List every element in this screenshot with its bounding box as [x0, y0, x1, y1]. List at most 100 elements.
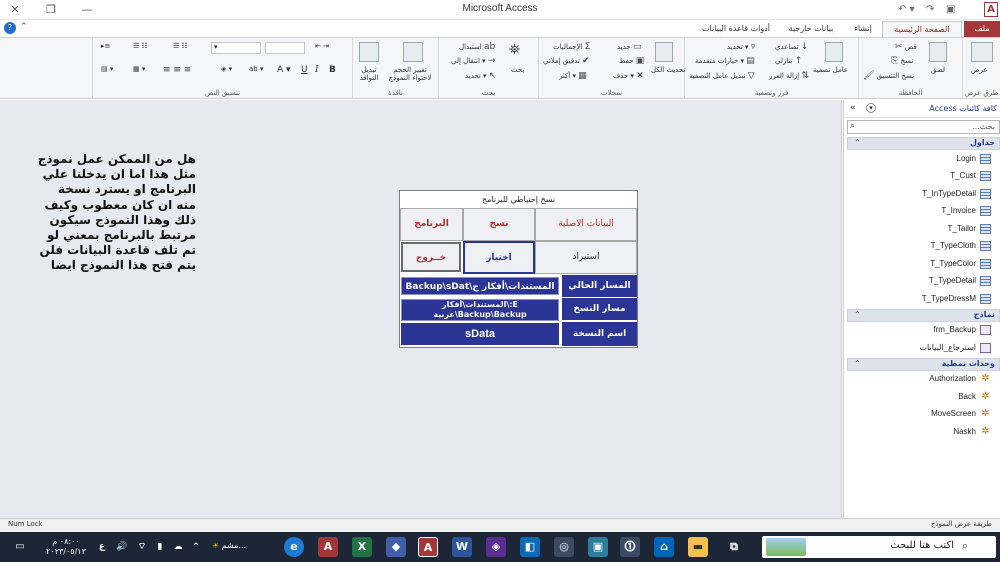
highlight-icon[interactable]: ab ▾ [249, 65, 263, 73]
nav-menu-icon[interactable]: ▾ [866, 103, 876, 113]
restore-button[interactable]: استيراد [535, 241, 637, 274]
view-button[interactable]: عرض [971, 66, 988, 74]
app-icon-2[interactable]: ◈ [486, 537, 506, 557]
nav-module-item[interactable]: Naskh ✲ [847, 424, 991, 440]
nav-table-item[interactable]: T_Invoice [847, 203, 991, 219]
excel-icon[interactable]: X [352, 537, 372, 557]
more-button[interactable]: أكثر ▾ ▦ [559, 71, 587, 81]
language-indicator[interactable]: ع [92, 537, 112, 557]
alt-row-color-icon[interactable]: ▤ ▾ [101, 65, 113, 73]
bold-button[interactable]: B [329, 65, 336, 75]
nav-search-input[interactable]: بحث... ⌕ [847, 120, 1000, 134]
italic-button[interactable]: I [315, 65, 319, 75]
copy-name-field[interactable]: sData [401, 323, 559, 345]
rtl-icon[interactable]: ⇤ ⇥ [315, 42, 329, 50]
paste-button[interactable]: لصق [931, 66, 945, 74]
tab-external-data[interactable]: بيانات خارجية [780, 21, 842, 37]
taskbar-search-box[interactable]: اكتب هنا للبحث ⌕ [762, 536, 996, 558]
nav-table-item[interactable]: T_TypeDressM [847, 291, 991, 307]
size-to-fit-button[interactable]: تغيير الحجم لاحتواء النموذج [383, 66, 437, 82]
windows-start-icon[interactable]: ⊞ [976, 537, 996, 557]
original-data-button[interactable]: البيانات الاصلية [535, 208, 637, 241]
choose-button[interactable]: اختيار [463, 241, 535, 274]
app-icon-4[interactable]: ◎ [554, 537, 574, 557]
nav-table-item[interactable]: T_TypeColor [847, 256, 991, 272]
delete-record-button[interactable]: حذف ▾ ✕ [613, 71, 644, 81]
view-icon[interactable] [971, 42, 993, 62]
current-path-field[interactable]: المستندات\أفكار ج\Backup\sDat [401, 277, 559, 295]
app-icon-6[interactable]: ⓵ [620, 537, 640, 557]
find-icon[interactable]: ⛯ [509, 42, 520, 58]
access-taskbar-icon[interactable]: A [318, 537, 338, 557]
toggle-filter-button[interactable]: تبديل عامل التصفية ▽ [689, 71, 755, 81]
sort-descending-button[interactable]: تنازلي ↑ [775, 56, 802, 66]
refresh-all-button[interactable]: تحديث الكل [651, 66, 685, 74]
qat-undo-icon[interactable]: ↶ ▾ [898, 2, 915, 17]
size-to-fit-icon[interactable] [403, 42, 423, 62]
nav-module-item[interactable]: Authorization ✲ [847, 371, 991, 387]
edge-icon[interactable]: e [284, 537, 304, 557]
clock[interactable]: ٠٨:٠٠ م ٢٠٢٣/٠٥/١٣ [36, 537, 96, 557]
nav-module-item[interactable]: Back ✲ [847, 389, 991, 405]
program-button[interactable]: البرنامج [400, 208, 463, 241]
gridlines-icon[interactable]: ▦ ▾ [133, 65, 145, 73]
weather-widget[interactable]: ☀ مشم... [212, 541, 246, 550]
sort-ascending-button[interactable]: تصاعدي ↓ [775, 42, 808, 52]
qat-save-icon[interactable]: ▣ [946, 2, 955, 17]
find-button[interactable]: بحث [511, 66, 524, 74]
advanced-button[interactable]: خيارات متقدمة ▾ ▤ [695, 56, 755, 66]
nav-table-item[interactable]: T_Tailor [847, 221, 991, 237]
volume-icon[interactable]: 🔊 [112, 537, 132, 557]
bullets-icon[interactable]: ☰ ☷ [173, 42, 188, 50]
nav-section-modules[interactable]: وحدات نمطية ⌃ [847, 358, 1000, 371]
word-icon[interactable]: W [452, 537, 472, 557]
align-icons[interactable]: ≡ ≡ ≡ [163, 65, 191, 75]
onedrive-icon[interactable]: ☁ [168, 537, 188, 557]
selection-button[interactable]: تحديد ▾ ▿ [727, 42, 755, 52]
battery-icon[interactable]: ▮ [150, 537, 170, 557]
nav-form-item[interactable]: استرجاع_البيانات [847, 340, 991, 356]
nav-section-tables[interactable]: جداول ⌃ [847, 137, 1000, 150]
copy-path-field[interactable]: E:\المستندات\أفكار Backup\Backup\عربية [401, 299, 559, 321]
nav-table-item[interactable]: T_InTypeDetail [847, 186, 991, 202]
paste-icon[interactable] [929, 42, 947, 62]
wifi-icon[interactable]: ⌔ [132, 537, 152, 557]
refresh-all-icon[interactable] [655, 42, 673, 62]
tab-file[interactable]: ملف [964, 21, 1000, 37]
font-name-dropdown[interactable]: ▾ [211, 42, 261, 54]
notification-icon[interactable]: ▭ [10, 537, 30, 557]
nav-table-item[interactable]: T_TypeCloth [847, 238, 991, 254]
qat-redo-icon[interactable]: ↷ [926, 2, 934, 17]
tab-create[interactable]: إنشاء [846, 21, 880, 37]
replace-button[interactable]: استبدال ab [459, 42, 495, 52]
exit-button[interactable]: خــروج [401, 242, 461, 272]
app-icon-5[interactable]: ▣ [588, 537, 608, 557]
underline-button[interactable]: U [301, 65, 308, 75]
copy-button-form[interactable]: نسخ [463, 208, 535, 241]
fill-color-icon[interactable]: ◈ ▾ [221, 65, 232, 73]
nav-table-item[interactable]: T_Cust [847, 168, 991, 184]
remove-sort-button[interactable]: إزالة الفرز ⇅ [769, 71, 809, 81]
cut-button[interactable]: ✂ قص [895, 42, 917, 52]
select-button[interactable]: تحديد ▾ ↖ [465, 71, 496, 81]
nav-table-item[interactable]: T_TypeDetail [847, 273, 991, 289]
nav-table-item[interactable]: Login [847, 151, 991, 167]
goto-button[interactable]: انتقال إلى ▾ → [451, 56, 495, 66]
ribbon-collapse-icon[interactable]: ⌃ [20, 22, 28, 32]
font-color-icon[interactable]: A ▾ [277, 65, 291, 75]
app-icon-3[interactable]: ◧ [520, 537, 540, 557]
indent-icon[interactable]: ▸≡ [101, 42, 110, 50]
new-record-button[interactable]: جديد ▭ [617, 42, 641, 52]
task-view-icon[interactable]: ⧉ [724, 537, 744, 557]
nav-form-item[interactable]: frm_Backup [847, 322, 991, 338]
tab-home[interactable]: الصفحة الرئيسية [882, 21, 962, 37]
file-explorer-icon[interactable]: ▬ [688, 537, 708, 557]
help-icon[interactable]: ? [4, 22, 16, 34]
shutter-bar-icon[interactable]: « [850, 103, 856, 113]
format-painter-button[interactable]: 🖌 نسخ التنسيق [863, 71, 914, 81]
access-active-icon[interactable]: A [418, 537, 438, 557]
nav-header[interactable]: كافة كائنات Access ▾ « [844, 100, 1000, 118]
totals-button[interactable]: الإجماليات Σ [553, 42, 590, 52]
font-size-dropdown[interactable] [265, 42, 305, 54]
nav-section-forms[interactable]: نماذج ⌃ [847, 309, 1000, 322]
